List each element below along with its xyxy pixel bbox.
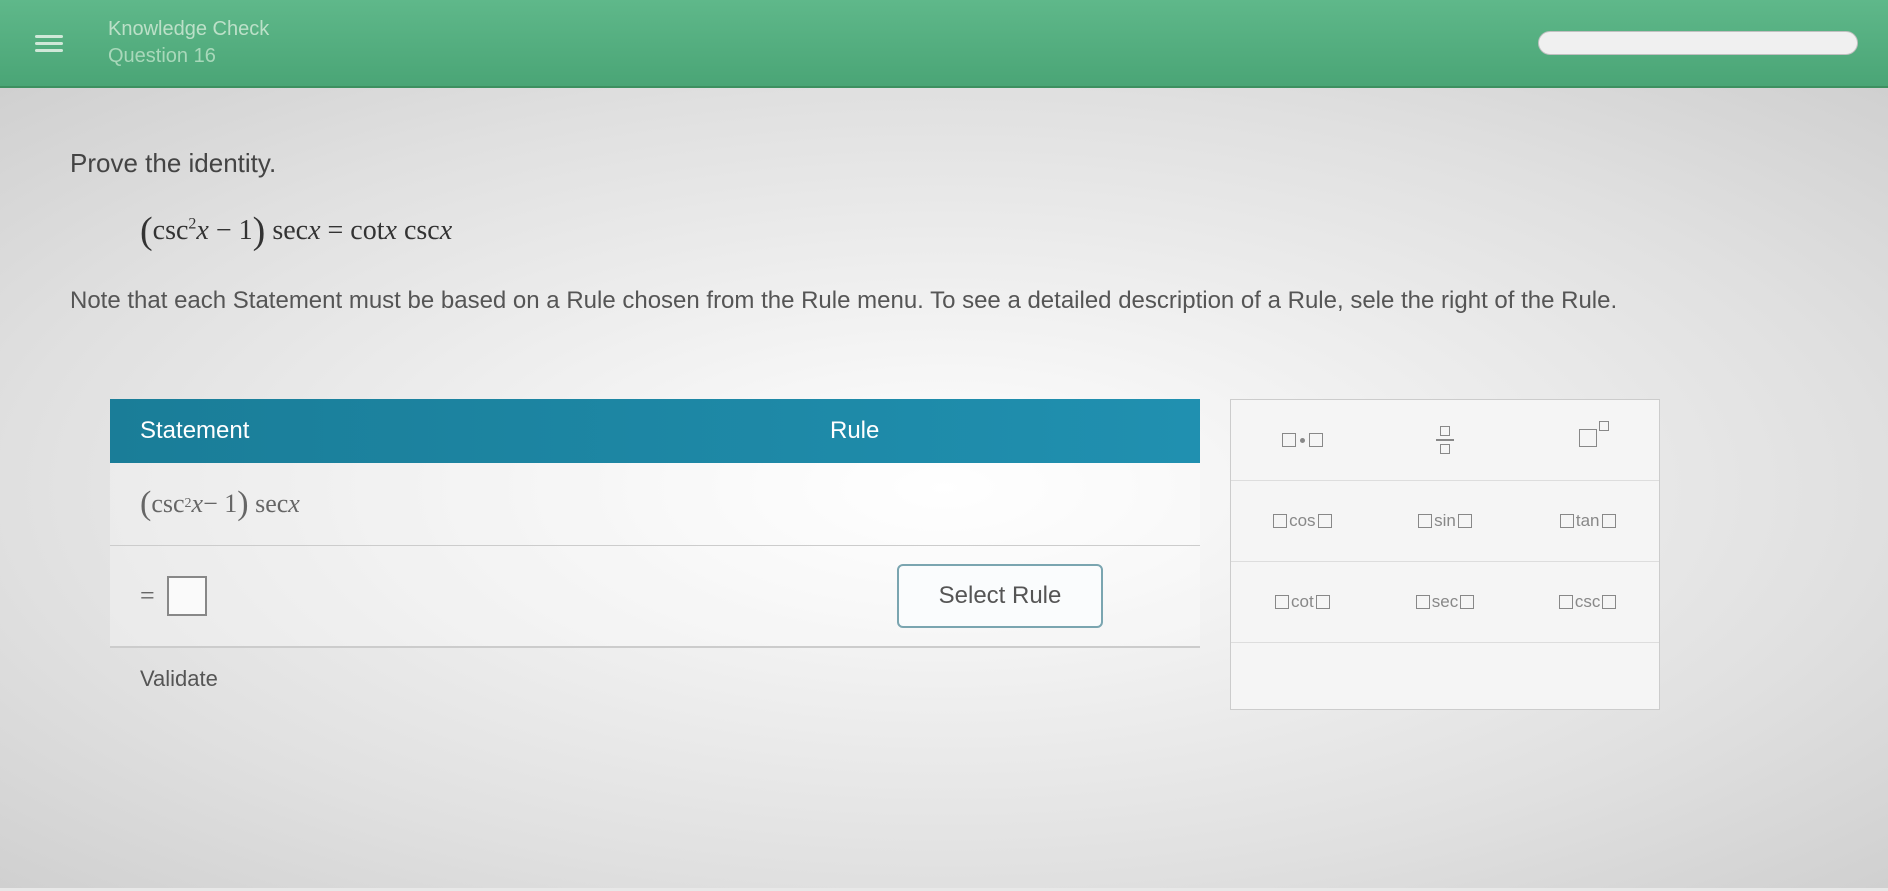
proof-table: Statement Rule (csc2x − 1) secx = Select…: [110, 399, 1200, 710]
palette-sin[interactable]: sin: [1374, 481, 1517, 561]
palette-sec[interactable]: sec: [1374, 562, 1517, 642]
rule-cell: [800, 463, 1200, 545]
palette-cot[interactable]: cot: [1231, 562, 1374, 642]
identity-equation: (csc2x − 1) secx = cotx cscx: [140, 209, 1818, 253]
proof-row: (csc2x − 1) secx: [110, 463, 1200, 546]
proof-row: = Select Rule: [110, 546, 1200, 647]
palette-power[interactable]: [1516, 400, 1659, 480]
validate-button[interactable]: Validate: [110, 647, 1200, 710]
palette-row: [1231, 400, 1659, 481]
expression-input[interactable]: [167, 576, 207, 616]
palette-cos[interactable]: cos: [1231, 481, 1374, 561]
content-area: Prove the identity. (csc2x − 1) secx = c…: [0, 88, 1888, 888]
prompt-text: Prove the identity.: [70, 148, 1818, 179]
proof-table-header: Statement Rule: [110, 399, 1200, 463]
header-title: Knowledge Check: [108, 18, 269, 41]
progress-bar: [1538, 31, 1858, 55]
header-subtitle: Question 16: [108, 45, 269, 68]
palette-row: cos sin tan: [1231, 481, 1659, 562]
column-header-statement: Statement: [110, 399, 800, 463]
palette-csc[interactable]: csc: [1516, 562, 1659, 642]
select-rule-button[interactable]: Select Rule: [897, 564, 1104, 628]
statement-cell: (csc2x − 1) secx: [110, 463, 800, 545]
rule-cell: Select Rule: [800, 546, 1200, 646]
header-titles: Knowledge Check Question 16: [108, 18, 269, 68]
instruction-note: Note that each Statement must be based o…: [70, 283, 1818, 319]
palette-row: cot sec csc: [1231, 562, 1659, 643]
page-header: Knowledge Check Question 16: [0, 0, 1888, 88]
column-header-rule: Rule: [800, 399, 1200, 463]
menu-icon[interactable]: [30, 30, 68, 57]
palette-fraction[interactable]: [1374, 400, 1517, 480]
input-palette: cos sin tan cot sec csc: [1230, 399, 1660, 710]
statement-input-cell: =: [110, 546, 800, 646]
equals-sign: =: [140, 581, 155, 611]
proof-area: Statement Rule (csc2x − 1) secx = Select…: [110, 399, 1818, 710]
palette-tan[interactable]: tan: [1516, 481, 1659, 561]
palette-multiply[interactable]: [1231, 400, 1374, 480]
